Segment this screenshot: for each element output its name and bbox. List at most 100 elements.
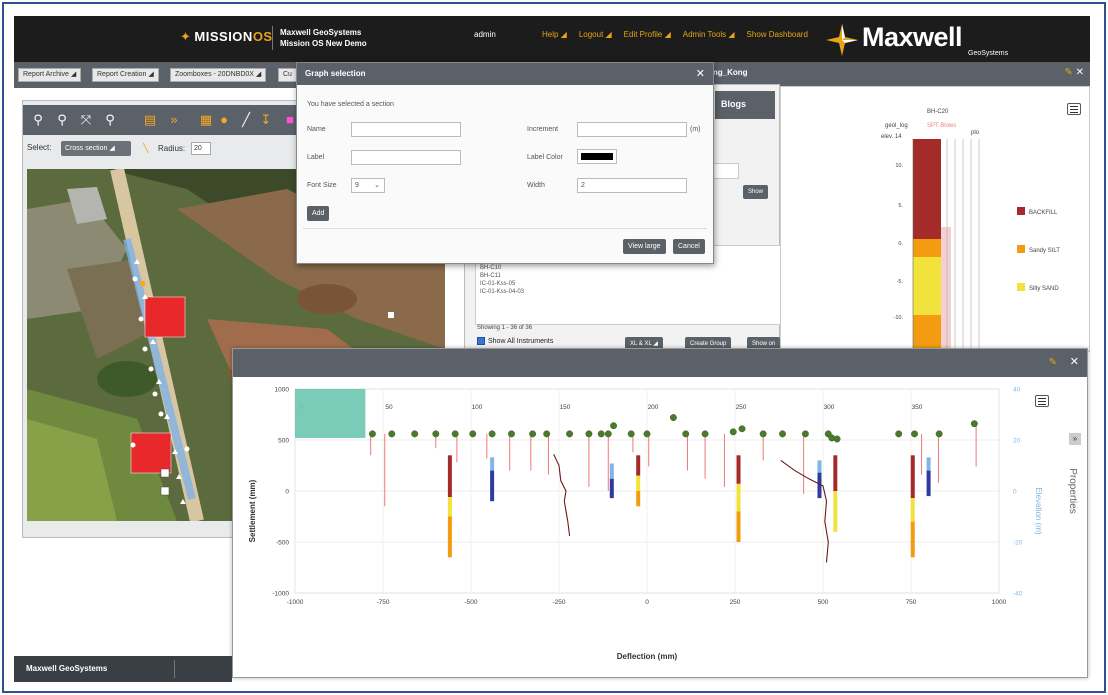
section-chart-window: ✎ ✕ 1000 500 0 -500 -1000 -1000 -750 -500 -250 0 2…: [232, 348, 1088, 678]
y-tick: 5.: [898, 203, 903, 209]
project-name: Mission OS New Demo: [280, 39, 367, 48]
blogs-tab[interactable]: Blogs: [721, 99, 746, 109]
list-item[interactable]: BH-C11: [480, 272, 776, 280]
menu-icon[interactable]: [1067, 103, 1081, 115]
data-point: [935, 430, 943, 438]
data-point: [469, 430, 477, 438]
zoom-tool-icon[interactable]: ⚲: [53, 111, 71, 129]
borehole-log-panel: BH-C20 geol_log SPT Blows plo elev. 14 1…: [780, 86, 1090, 353]
list-item[interactable]: IC-01-Kss-04-03: [480, 288, 776, 296]
strata-segment: [833, 455, 838, 491]
pin-close-icons[interactable]: ✎ ✕: [1064, 67, 1084, 78]
y-tick: 10.: [895, 163, 903, 169]
strata-segment: [490, 457, 495, 471]
collapse-icon[interactable]: »: [1069, 433, 1081, 445]
cross-section-select[interactable]: Cross section ◢: [61, 141, 131, 156]
pan-tool-icon[interactable]: ⤧: [77, 111, 95, 129]
increment-unit: (m): [690, 126, 701, 133]
x-tick-label: -750: [376, 599, 389, 606]
close-icon[interactable]: ✕: [696, 63, 705, 85]
radius-line-icon: ╲: [143, 143, 149, 153]
nav-button-cu[interactable]: Cu: [278, 68, 297, 82]
star-icon: ✦: [180, 29, 192, 44]
width-input[interactable]: 2: [577, 178, 687, 193]
list-item[interactable]: IC-01-Kss-05: [480, 280, 776, 288]
legend-swatch: [1017, 283, 1025, 291]
top-tick-label: 150: [560, 404, 571, 411]
data-point: [610, 422, 618, 430]
legend-icon[interactable]: ▦: [197, 111, 215, 129]
data-point: [759, 430, 767, 438]
company-info: Maxwell GeoSystems Mission OS New Demo: [280, 27, 367, 49]
y-tick-label: 0: [285, 489, 289, 496]
increment-input[interactable]: [577, 122, 687, 137]
data-point: [895, 430, 903, 438]
font-size-select[interactable]: 9 ⌄: [351, 178, 385, 193]
increment-label: Increment: [527, 126, 559, 133]
properties-side-tab[interactable]: Properties: [1067, 468, 1078, 514]
data-point: [970, 420, 978, 428]
add-button[interactable]: Add: [307, 206, 330, 221]
screenshot-frame: ✦ MISSIONOS Maxwell GeoSystems Mission OS…: [2, 2, 1106, 693]
legend-swatch: [1017, 207, 1025, 215]
strata-segment: [736, 483, 741, 512]
strata-segment: [833, 491, 838, 532]
strata-segment: [609, 478, 614, 499]
y-tick-label: -1000: [272, 591, 289, 598]
show-button[interactable]: Show: [743, 185, 769, 199]
strata-segment: [447, 455, 452, 498]
menu-edit-profile[interactable]: Edit Profile ◢: [624, 30, 671, 39]
user-name: admin: [474, 30, 496, 39]
footer-company: Maxwell GeoSystems: [14, 656, 232, 682]
y2-tick-label: -20: [1013, 540, 1023, 547]
bulb-icon[interactable]: ●: [215, 111, 233, 129]
data-point: [833, 435, 841, 443]
close-icon[interactable]: ✕: [1070, 355, 1079, 368]
pin-icon[interactable]: ↧: [257, 111, 275, 129]
x-tick-label: 500: [818, 599, 829, 606]
view-large-button[interactable]: View large: [623, 239, 666, 254]
select-tool-icon[interactable]: ⚲: [29, 111, 47, 129]
cancel-button[interactable]: Cancel: [673, 239, 705, 254]
section-chart[interactable]: 10005000-500-1000-1000 -750 -500 -250 0 250 50…: [233, 377, 1089, 677]
font-size-label: Font Size: [307, 182, 337, 189]
data-point: [451, 430, 459, 438]
radius-input[interactable]: 20: [191, 142, 211, 155]
data-point: [669, 414, 677, 422]
menu-help[interactable]: Help ◢: [542, 30, 567, 39]
x-tick-label: 0: [645, 599, 649, 606]
name-input[interactable]: [351, 122, 461, 137]
zoomboxes-button[interactable]: Zoomboxes - 20DNBD0X ◢: [170, 68, 267, 82]
dialog-message: You have selected a section: [307, 101, 394, 108]
strata-segment: [447, 497, 452, 517]
measure-tool-icon[interactable]: ⚲: [101, 111, 119, 129]
label-color-picker[interactable]: [577, 149, 617, 164]
stratum-silty-sand: [913, 257, 941, 315]
report-creation-button[interactable]: Report Creation ◢: [92, 68, 159, 82]
menu-logout[interactable]: Logout ◢: [579, 30, 612, 39]
stratum-backfill: [913, 139, 941, 239]
pin-icon[interactable]: ✎: [1049, 357, 1057, 368]
strata-segment: [490, 470, 495, 502]
data-point: [585, 430, 593, 438]
label-input[interactable]: [351, 150, 461, 165]
col-spt-blows: SPT Blows: [927, 123, 956, 129]
label-label: Label: [307, 154, 325, 161]
report-archive-button[interactable]: Report Archive ◢: [18, 68, 82, 82]
menu-admin-tools[interactable]: Admin Tools ◢: [683, 30, 735, 39]
borehole-chart: BH-C20 geol_log SPT Blows plo elev. 14 1…: [881, 109, 1060, 353]
legend-label: BACKFILL: [1029, 210, 1058, 216]
layers-icon[interactable]: ▤: [141, 111, 159, 129]
show-all-instruments-checkbox[interactable]: Show All Instruments: [477, 337, 553, 345]
list-item[interactable]: BH-C10: [480, 264, 776, 272]
forward-icon[interactable]: »: [165, 111, 183, 129]
y-tick: 0.: [898, 241, 903, 247]
top-tick-label: 100: [472, 404, 483, 411]
legend-swatch: [1017, 245, 1025, 253]
chart-menu-icon[interactable]: [1035, 395, 1049, 407]
legend-label: Sandy SILT: [1029, 248, 1060, 254]
logo-name: Maxwell: [862, 22, 963, 52]
x-tick-label: 1000: [992, 599, 1007, 606]
line-draw-icon[interactable]: ╱: [237, 111, 255, 129]
menu-show-dashboard[interactable]: Show Dashboard: [747, 30, 808, 39]
